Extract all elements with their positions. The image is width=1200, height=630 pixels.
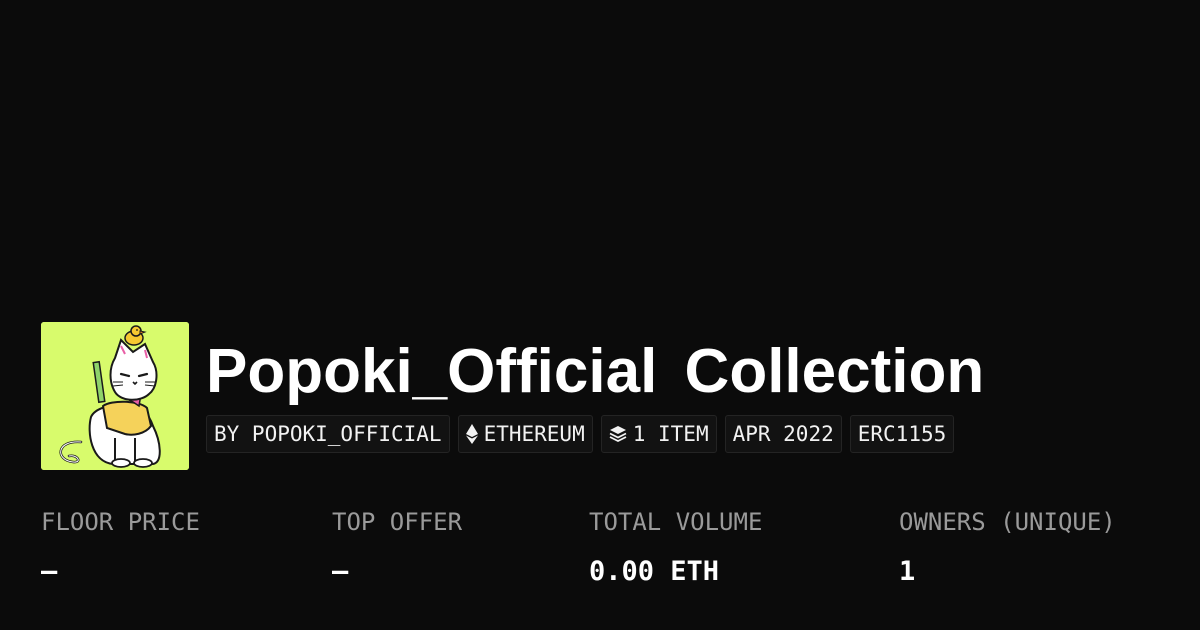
total-volume-stat: TOTAL VOLUME 0.00 ETH	[589, 505, 762, 589]
owners-stat: OWNERS (UNIQUE) 1	[899, 505, 1116, 589]
owners-label: OWNERS (UNIQUE)	[899, 508, 1116, 536]
collection-card: Popoki_Official Collection BY POPOKI_OFF…	[0, 0, 1200, 630]
token-standard-label: ERC1155	[857, 422, 947, 446]
floor-price-label: FLOOR PRICE	[41, 508, 200, 536]
created-date-chip: APR 2022	[724, 415, 842, 453]
top-offer-stat: TOP OFFER —	[332, 505, 462, 589]
ethereum-icon	[465, 424, 478, 444]
chain-label: ETHEREUM	[483, 422, 585, 446]
collection-title: Popoki_Official Collection	[206, 337, 985, 406]
owners-value: 1	[899, 556, 916, 587]
floor-price-stat: FLOOR PRICE —	[41, 505, 200, 589]
floor-price-value: —	[41, 556, 58, 587]
creator-chip[interactable]: BY POPOKI_OFFICIAL	[206, 415, 450, 453]
total-volume-value: 0.00 ETH	[589, 556, 720, 587]
layers-icon	[609, 425, 627, 443]
chain-chip: ETHEREUM	[457, 415, 593, 453]
collection-avatar[interactable]	[41, 322, 189, 470]
top-offer-value: —	[332, 556, 349, 587]
token-standard-chip: ERC1155	[849, 415, 955, 453]
created-date-label: APR 2022	[732, 422, 834, 446]
item-count-label: 1 ITEM	[632, 422, 709, 446]
collection-meta-chips: BY POPOKI_OFFICIAL ETHEREUM 1 ITEM APR 2…	[206, 415, 955, 453]
top-offer-label: TOP OFFER	[332, 508, 463, 536]
cat-with-duck-illustration	[41, 322, 189, 470]
item-count-chip: 1 ITEM	[600, 415, 717, 453]
total-volume-label: TOTAL VOLUME	[589, 508, 763, 536]
creator-label: BY POPOKI_OFFICIAL	[214, 422, 442, 446]
collection-stats: FLOOR PRICE — TOP OFFER — TOTAL VOLUME 0…	[0, 505, 1200, 615]
